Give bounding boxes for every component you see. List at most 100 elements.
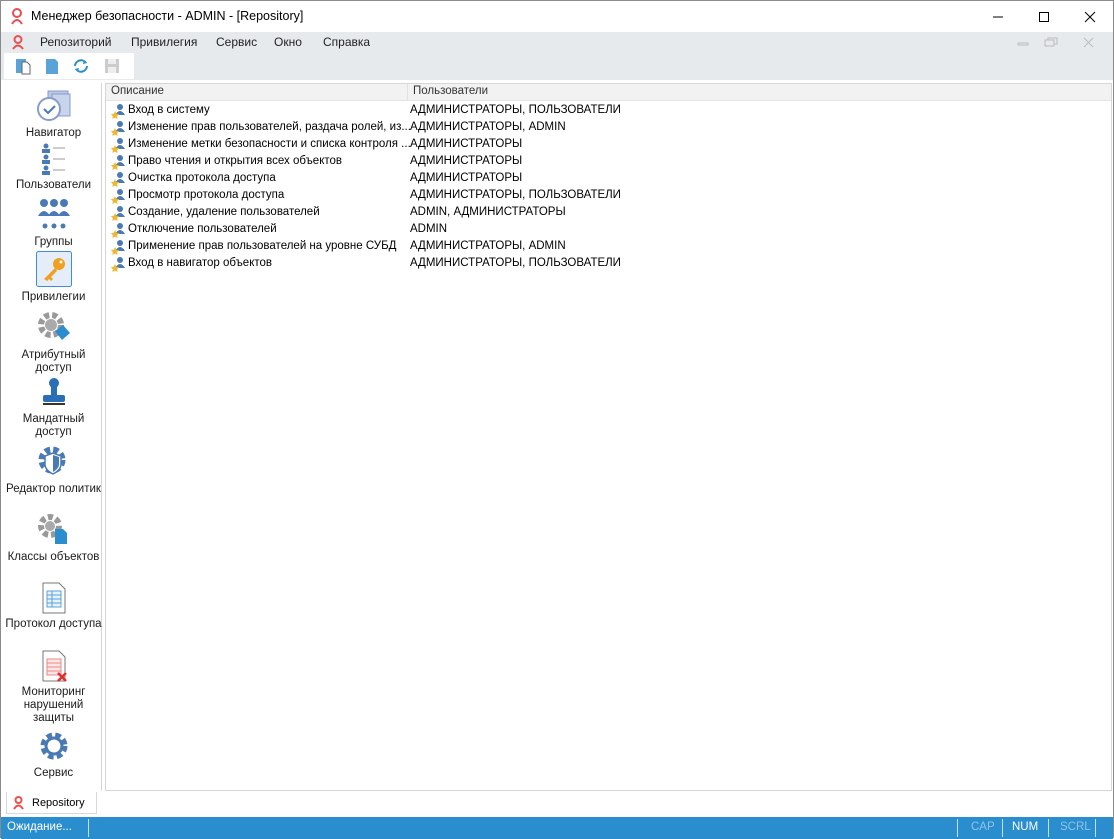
row-description: Вход в навигатор объектов (128, 257, 272, 269)
sidebar-item-violation-monitoring[interactable]: Мониторинг нарушений защиты (5, 650, 102, 725)
row-description: Просмотр протокола доступа (128, 189, 285, 201)
toolbar (1, 53, 1113, 80)
navigator-icon (36, 90, 70, 121)
mdi-minimize-icon[interactable] (1017, 38, 1029, 48)
log-icon (42, 582, 65, 614)
table-row[interactable]: Создание, удаление пользователей ADMIN, А… (106, 204, 1111, 221)
stamp-icon (42, 378, 65, 405)
maximize-icon (1039, 11, 1049, 22)
close-button[interactable] (1067, 1, 1113, 32)
sidebar-item-service[interactable]: Сервис (5, 731, 102, 780)
privileges-table: Описание Пользователи Вход в систему АДМИ… (105, 83, 1112, 791)
tab-label: Repository (32, 797, 85, 809)
mdi-close-icon[interactable] (1083, 37, 1094, 48)
table-row[interactable]: Просмотр протокола доступа АДМИНИСТРАТОРЫ… (106, 187, 1111, 204)
sidebar-item-label: Мандатный доступ (22, 413, 85, 438)
table-row[interactable]: Изменение метки безопасности и списка ко… (106, 136, 1111, 153)
column-header-users[interactable]: Пользователи (413, 85, 488, 97)
row-description: Применение прав пользователей на уровне … (128, 240, 397, 252)
sidebar-item-label: Привилегии (21, 291, 86, 303)
privilege-icon (110, 104, 125, 119)
tab-repository[interactable]: Repository (6, 792, 97, 814)
sidebar-item-object-classes[interactable]: Классы объектов (5, 513, 102, 564)
sidebar-item-privileges[interactable]: Привилегии (5, 251, 102, 304)
privilege-icon (110, 240, 125, 255)
gear-icon (40, 732, 67, 760)
privilege-icon (110, 155, 125, 170)
privilege-icon (110, 138, 125, 153)
sidebar-item-policy-editor[interactable]: Редактор политик (5, 445, 102, 496)
document-tab-bar: Repository (1, 791, 1113, 817)
privilege-icon (110, 121, 125, 136)
sidebar-item-label: Сервис (33, 767, 74, 779)
row-description: Право чтения и открытия всех объектов (128, 155, 342, 167)
row-users: АДМИНИСТРАТОРЫ (410, 172, 523, 184)
gear-shield-icon (38, 446, 65, 475)
caps-lock-indicator: CAP (971, 821, 995, 833)
column-header-description[interactable]: Описание (111, 85, 164, 97)
sidebar-item-label: Пользователи (15, 179, 92, 191)
document-icon[interactable] (43, 57, 61, 75)
menu-repository[interactable]: Репозиторий (40, 35, 112, 49)
app-logo-icon (13, 796, 24, 810)
users-icon (41, 143, 65, 175)
table-row[interactable]: Право чтения и открытия всех объектов АДМ… (106, 153, 1111, 170)
sidebar-item-users[interactable]: Пользователи (5, 143, 102, 192)
gear-document-icon (37, 514, 67, 544)
row-users: АДМИНИСТРАТОРЫ (410, 155, 523, 167)
row-description: Очистка протокола доступа (128, 172, 276, 184)
row-users: АДМИНИСТРАТОРЫ, ПОЛЬЗОВАТЕЛИ (410, 104, 621, 116)
refresh-icon[interactable] (72, 57, 90, 75)
sidebar: Навигатор Пользователи Группы Привилегии… (5, 83, 102, 791)
num-lock-indicator: NUM (1012, 821, 1039, 833)
status-text: Ожидание... (7, 821, 72, 833)
menu-window[interactable]: Окно (274, 35, 302, 49)
sidebar-item-groups[interactable]: Группы (5, 198, 102, 249)
sidebar-item-navigator[interactable]: Навигатор (5, 89, 102, 140)
sidebar-item-label: Протокол доступа (5, 618, 102, 630)
privilege-icon (110, 189, 125, 204)
status-bar: Ожидание... CAP NUM SCRL (1, 817, 1113, 839)
privilege-icon (110, 257, 125, 272)
sidebar-item-attribute-access[interactable]: Атрибутный доступ (5, 311, 102, 375)
row-description: Отключение пользователей (128, 223, 277, 235)
title-bar: Менеджер безопасности - ADMIN - [Reposit… (1, 1, 1113, 32)
menu-privilege[interactable]: Привилегия (131, 35, 197, 49)
menu-help[interactable]: Справка (323, 35, 370, 49)
row-users: ADMIN (410, 223, 448, 235)
gear-tag-icon (37, 312, 70, 340)
log-error-icon (42, 650, 67, 682)
table-row[interactable]: Вход в систему АДМИНИСТРАТОРЫ, ПОЛЬЗОВАТЕ… (106, 102, 1111, 119)
table-row[interactable]: Отключение пользователей ADMIN (106, 221, 1111, 238)
menu-service[interactable]: Сервис (216, 35, 257, 49)
maximize-button[interactable] (1021, 1, 1067, 32)
new-document-icon[interactable] (14, 57, 32, 75)
app-logo-icon (11, 8, 23, 25)
row-description: Изменение метки безопасности и списка ко… (128, 138, 411, 150)
sidebar-item-label: Атрибутный доступ (21, 349, 86, 374)
row-description: Вход в систему (128, 104, 210, 116)
sidebar-item-access-log[interactable]: Протокол доступа (5, 582, 102, 631)
table-row[interactable]: Очистка протокола доступа АДМИНИСТРАТОРЫ (106, 170, 1111, 187)
row-users: АДМИНИСТРАТОРЫ, ПОЛЬЗОВАТЕЛИ (410, 189, 621, 201)
column-divider[interactable] (407, 84, 408, 101)
menu-bar: Репозиторий Привилегия Сервис Окно Справ… (1, 32, 1113, 53)
sidebar-item-label: Группы (34, 236, 73, 248)
window-title: Менеджер безопасности - ADMIN - [Reposit… (31, 9, 304, 23)
minimize-button[interactable] (975, 1, 1021, 32)
sidebar-item-mandatory-access[interactable]: Мандатный доступ (5, 377, 102, 439)
table-row[interactable]: Изменение прав пользователей, раздача ро… (106, 119, 1111, 136)
privilege-icon (110, 172, 125, 187)
table-row[interactable]: Применение прав пользователей на уровне … (106, 238, 1111, 255)
minimize-icon (993, 16, 1003, 17)
row-users: ADMIN, АДМИНИСТРАТОРЫ (410, 206, 566, 218)
table-row[interactable]: Вход в навигатор объектов АДМИНИСТРАТОРЫ,… (106, 255, 1111, 272)
key-icon (35, 251, 72, 287)
save-icon[interactable] (103, 57, 121, 75)
mdi-restore-icon[interactable] (1044, 37, 1058, 48)
privilege-icon (110, 223, 125, 238)
sidebar-item-label: Редактор политик (6, 483, 101, 495)
scroll-lock-indicator: SCRL (1060, 821, 1091, 833)
row-users: АДМИНИСТРАТОРЫ, ADMIN (410, 240, 566, 252)
close-icon (1084, 11, 1096, 22)
